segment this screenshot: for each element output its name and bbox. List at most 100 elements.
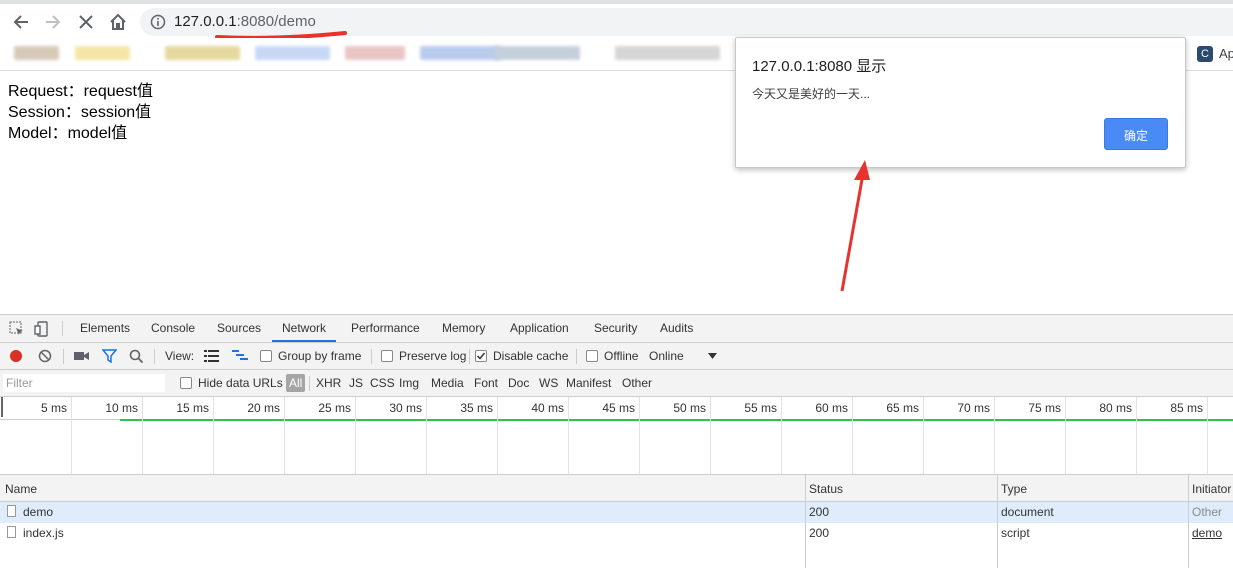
forward-button[interactable] <box>42 11 64 33</box>
column-divider[interactable] <box>997 475 998 568</box>
tab-application[interactable]: Application <box>510 315 569 342</box>
blurred-bookmark[interactable] <box>495 46 580 60</box>
throttling-select[interactable]: Online <box>649 349 684 363</box>
column-divider[interactable] <box>805 475 806 568</box>
waterfall-overview-icon[interactable] <box>232 350 248 362</box>
request-status: 200 <box>809 505 830 519</box>
preserve-log-label: Preserve log <box>399 349 467 363</box>
tab-performance[interactable]: Performance <box>351 315 420 342</box>
filter-type-xhr[interactable]: XHR <box>316 376 341 390</box>
blurred-bookmark[interactable] <box>255 46 330 60</box>
inspect-element-icon[interactable] <box>8 320 26 338</box>
tab-security[interactable]: Security <box>594 315 637 342</box>
blurred-bookmark[interactable] <box>615 46 720 60</box>
stop-button[interactable] <box>75 11 97 33</box>
clear-icon[interactable] <box>38 349 52 363</box>
filter-type-other[interactable]: Other <box>622 376 652 390</box>
table-row[interactable]: demo 200 document Other <box>0 502 1233 523</box>
url-text[interactable]: 127.0.0.1:8080/demo <box>174 13 316 31</box>
document-file-icon <box>7 505 16 517</box>
column-name[interactable]: Name <box>5 482 37 496</box>
timeline-gridline <box>213 397 214 474</box>
filter-type-img[interactable]: Img <box>399 376 419 390</box>
tab-elements[interactable]: Elements <box>80 315 130 342</box>
column-status[interactable]: Status <box>809 482 843 496</box>
record-icon[interactable] <box>9 349 23 363</box>
request-initiator-link[interactable]: demo <box>1192 526 1222 540</box>
timeline-tick-label: 25 ms <box>318 401 351 415</box>
filter-funnel-icon[interactable] <box>102 349 117 363</box>
ok-button[interactable]: 确定 <box>1104 118 1168 150</box>
close-icon <box>79 15 93 29</box>
timeline-gridline <box>497 397 498 474</box>
view-label: View: <box>165 349 195 363</box>
device-toolbar-icon[interactable] <box>33 320 51 338</box>
preserve-log-checkbox[interactable] <box>381 350 393 362</box>
timeline-tick-label: 70 ms <box>957 401 990 415</box>
filter-type-manifest[interactable]: Manifest <box>566 376 611 390</box>
separator <box>154 349 155 364</box>
request-name[interactable]: demo <box>23 505 53 519</box>
chevron-down-icon[interactable] <box>708 353 717 359</box>
blurred-bookmark[interactable] <box>14 46 59 60</box>
offline-label: Offline <box>604 349 639 363</box>
disable-cache-label: Disable cache <box>493 349 569 363</box>
filter-type-all[interactable]: All <box>286 374 306 392</box>
tab-audits[interactable]: Audits <box>660 315 693 342</box>
offline-checkbox[interactable] <box>586 350 598 362</box>
bookmark-label[interactable]: Ap <box>1219 46 1233 61</box>
blurred-bookmark[interactable] <box>420 46 500 60</box>
table-header: Name Status Type Initiator <box>0 475 1233 502</box>
request-name[interactable]: index.js <box>23 526 64 540</box>
tab-memory[interactable]: Memory <box>442 315 485 342</box>
timeline-tick-label: 75 ms <box>1028 401 1061 415</box>
network-overview-timeline[interactable]: 5 ms 10 ms 15 ms 20 ms 25 ms 30 ms 35 ms 40 ms 4… <box>0 397 1233 475</box>
blurred-bookmark[interactable] <box>75 46 130 60</box>
separator <box>63 349 64 364</box>
filter-type-font[interactable]: Font <box>474 376 498 390</box>
table-row[interactable]: index.js 200 script demo <box>0 523 1233 544</box>
filter-type-js[interactable]: JS <box>349 376 363 390</box>
disable-cache-checkbox[interactable] <box>475 350 487 362</box>
filter-type-doc[interactable]: Doc <box>508 376 529 390</box>
back-arrow-icon <box>13 15 28 29</box>
annotation-arrow-icon <box>840 160 870 292</box>
checkmark-icon <box>476 352 486 360</box>
screenshot-camera-icon[interactable] <box>74 350 90 362</box>
hide-data-urls-label: Hide data URLs <box>198 376 283 390</box>
home-icon <box>110 13 126 30</box>
column-initiator[interactable]: Initiator <box>1192 482 1231 496</box>
back-button[interactable] <box>10 11 32 33</box>
large-rows-icon[interactable] <box>204 350 219 362</box>
script-file-icon <box>7 526 16 538</box>
request-line: Request：request值 <box>8 83 153 100</box>
devtools-tabbar: Elements Console Sources Network Perform… <box>0 315 1233 343</box>
column-divider[interactable] <box>1188 475 1189 568</box>
tab-network[interactable]: Network <box>272 315 337 342</box>
timeline-gridline <box>568 397 569 474</box>
bookmark-favicon-icon: C <box>1197 46 1213 62</box>
info-icon[interactable] <box>150 14 166 30</box>
tab-console[interactable]: Console <box>151 315 195 342</box>
blurred-bookmark[interactable] <box>345 46 405 60</box>
home-button[interactable] <box>107 11 129 33</box>
tab-sources[interactable]: Sources <box>217 315 261 342</box>
url-path: :8080/demo <box>236 13 316 30</box>
timeline-gridline <box>1207 397 1208 474</box>
timeline-tick-label: 15 ms <box>176 401 209 415</box>
filter-type-css[interactable]: CSS <box>370 376 395 390</box>
filter-type-media[interactable]: Media <box>431 376 464 390</box>
timeline-gridline <box>284 397 285 474</box>
search-icon[interactable] <box>129 349 144 364</box>
filter-type-ws[interactable]: WS <box>539 376 558 390</box>
group-by-frame-checkbox[interactable] <box>260 350 272 362</box>
request-type: document <box>1001 505 1054 519</box>
hide-data-urls-checkbox[interactable] <box>180 377 192 389</box>
filter-input[interactable] <box>3 374 165 392</box>
blurred-bookmark[interactable] <box>165 46 240 60</box>
column-type[interactable]: Type <box>1001 482 1027 496</box>
separator <box>309 376 310 391</box>
timeline-gridline <box>710 397 711 474</box>
network-request-table: Name Status Type Initiator demo 200 docu… <box>0 475 1233 568</box>
timeline-gridline <box>1136 397 1137 474</box>
